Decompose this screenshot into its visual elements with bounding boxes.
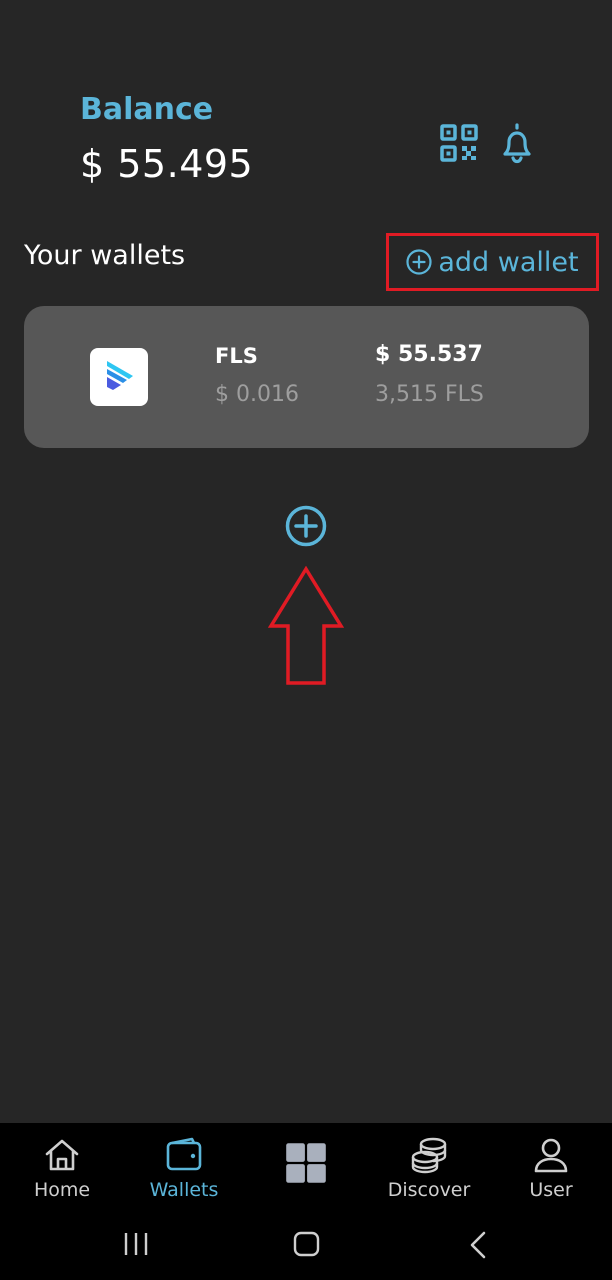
grid-icon [286, 1143, 326, 1183]
add-circle-icon [406, 249, 432, 275]
system-navigation-bar [0, 1205, 612, 1280]
home-icon [45, 1139, 79, 1171]
wallet-card-fls[interactable]: FLS $ 0.016 $ 55.537 3,515 FLS [24, 306, 589, 448]
nav-user-label: User [529, 1179, 573, 1201]
recent-apps-icon[interactable] [122, 1231, 150, 1257]
add-token-plus-icon[interactable] [285, 505, 327, 547]
fls-token-logo [90, 348, 148, 406]
token-amount: 3,515 FLS [375, 382, 484, 407]
add-wallet-button[interactable]: add wallet [386, 233, 599, 291]
nav-home-label: Home [33, 1179, 91, 1201]
coins-stack-icon [411, 1137, 447, 1174]
token-symbol: FLS [215, 344, 258, 368]
balance-label: Balance [80, 92, 214, 127]
nav-discover[interactable]: Discover [374, 1135, 484, 1215]
add-wallet-label: add wallet [438, 246, 579, 278]
nav-wallets[interactable]: Wallets [129, 1135, 239, 1215]
nav-wallets-label: Wallets [149, 1179, 219, 1201]
token-value: $ 55.537 [375, 342, 483, 367]
token-price: $ 0.016 [215, 382, 299, 407]
wallet-icon [166, 1137, 202, 1171]
user-icon [534, 1138, 568, 1173]
bell-icon[interactable] [498, 122, 536, 164]
red-arrow-annotation [268, 566, 344, 685]
fls-logo-icon [107, 361, 133, 390]
bottom-navigation: Home Wallets Discover User [0, 1123, 612, 1280]
home-system-icon[interactable] [293, 1231, 320, 1257]
qr-code-icon[interactable] [440, 124, 478, 162]
nav-user[interactable]: User [496, 1135, 606, 1215]
wallets-section-title: Your wallets [24, 240, 186, 271]
nav-home[interactable]: Home [7, 1135, 117, 1215]
balance-value: $ 55.495 [80, 142, 254, 186]
nav-discover-label: Discover [387, 1179, 471, 1201]
back-icon[interactable] [468, 1231, 488, 1259]
